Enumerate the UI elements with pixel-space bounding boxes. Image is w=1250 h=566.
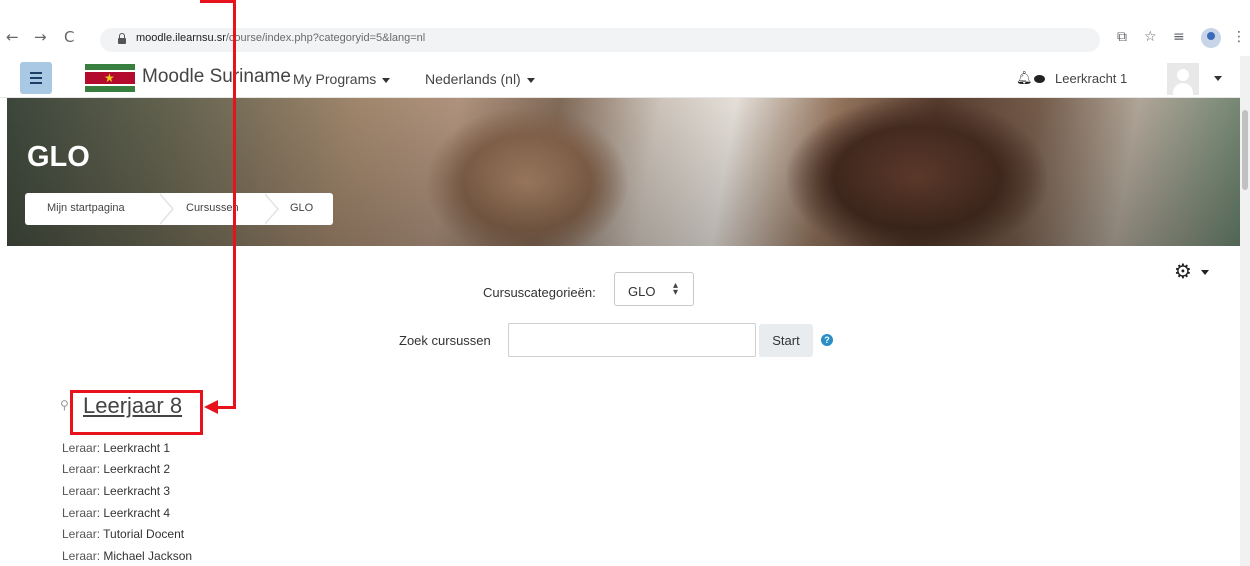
language-menu[interactable]: Nederlands (nl) (425, 71, 535, 87)
site-name-link[interactable]: Moodle Suriname (142, 66, 291, 88)
teacher-link[interactable]: Leerkracht 4 (103, 506, 170, 520)
teacher-row: Leraar: Michael Jackson (62, 549, 193, 563)
search-input[interactable] (508, 323, 756, 357)
translate-icon[interactable]: ⧉ (1117, 29, 1127, 45)
select-arrows-icon: ▴ ▾ (673, 280, 679, 298)
teacher-row: Leraar: Leerkracht 3 (62, 484, 171, 498)
suriname-flag-logo[interactable]: ★ (85, 64, 135, 92)
forward-icon[interactable]: → (34, 28, 47, 46)
category-select-label: Cursuscategorieën: (483, 285, 596, 300)
teacher-row: Leraar: Tutorial Docent (62, 527, 185, 541)
annotation-arrow-head-icon (204, 400, 218, 414)
course-info-icon: ⚲ (60, 398, 69, 412)
teacher-link[interactable]: Leerkracht 1 (103, 441, 170, 455)
teacher-link[interactable]: Tutorial Docent (103, 527, 184, 541)
chevron-down-icon[interactable] (1201, 270, 1209, 275)
bell-icon[interactable]: 🔔︎ (1016, 71, 1033, 86)
annotation-arrow-line (218, 406, 236, 409)
annotation-highlight-box (70, 390, 203, 435)
drawer-toggle-button[interactable] (20, 62, 52, 94)
user-menu-name[interactable]: Leerkracht 1 (1055, 71, 1127, 86)
breadcrumb-current: GLO (290, 202, 314, 214)
chat-icon[interactable] (1034, 75, 1045, 83)
help-icon[interactable]: ? (821, 334, 833, 346)
back-icon[interactable]: ← (6, 28, 19, 46)
breadcrumb-home[interactable]: Mijn startpagina (47, 202, 125, 214)
avatar[interactable] (1167, 63, 1199, 95)
chevron-down-icon (526, 77, 535, 83)
breadcrumb-courses[interactable]: Cursussen (186, 202, 239, 214)
star-icon[interactable]: ☆ (1144, 29, 1157, 45)
teacher-row: Leraar: Leerkracht 4 (62, 506, 171, 520)
menu-icon[interactable]: ⋮ (1232, 29, 1246, 45)
category-select-value[interactable]: GLO (628, 284, 655, 299)
reload-icon[interactable]: C (64, 28, 74, 46)
breadcrumb-separator (263, 193, 281, 225)
url-text[interactable]: moodle.ilearnsu.sr/course/index.php?cate… (136, 32, 425, 44)
teacher-row: Leraar: Leerkracht 1 (62, 441, 171, 455)
teacher-link[interactable]: Leerkracht 2 (103, 462, 170, 476)
annotation-arrow-line (200, 0, 236, 3)
search-button[interactable]: Start (759, 324, 813, 357)
profile-icon[interactable] (1201, 28, 1221, 48)
search-label: Zoek cursussen (399, 333, 491, 348)
scrollbar-thumb[interactable] (1242, 110, 1248, 190)
teacher-link[interactable]: Michael Jackson (103, 549, 192, 563)
chevron-down-icon[interactable] (1214, 76, 1222, 81)
page-title: GLO (27, 141, 90, 173)
lock-icon (118, 33, 126, 44)
chevron-down-icon (382, 77, 391, 83)
teacher-link[interactable]: Leerkracht 3 (103, 484, 170, 498)
my-programs-menu[interactable]: My Programs (293, 71, 391, 87)
gear-icon[interactable]: ⚙ (1174, 259, 1192, 283)
annotation-arrow-line (233, 0, 236, 409)
breadcrumb-separator (158, 193, 176, 225)
reading-list-icon[interactable]: ≡ (1173, 29, 1185, 45)
teacher-row: Leraar: Leerkracht 2 (62, 462, 171, 476)
